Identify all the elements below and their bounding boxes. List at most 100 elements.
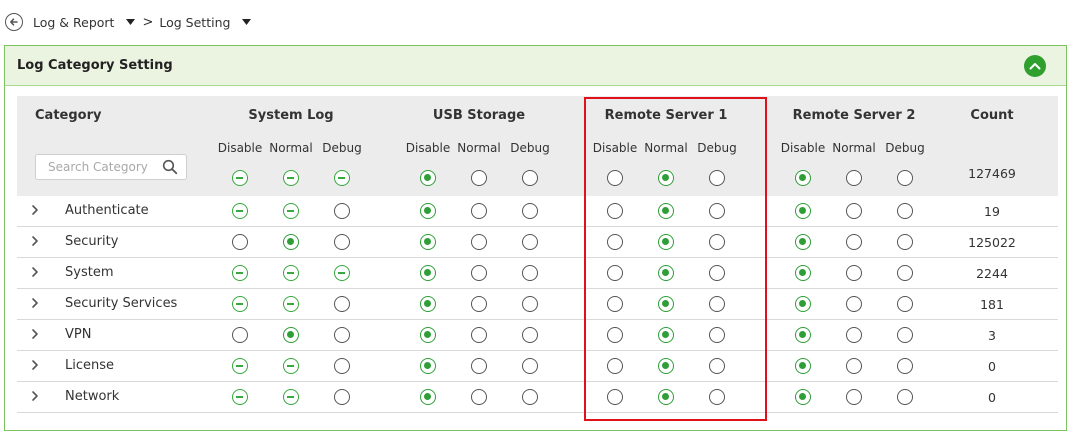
log-level-radio[interactable]: [522, 203, 538, 219]
chevron-right-icon[interactable]: [31, 204, 39, 216]
log-level-radio[interactable]: [897, 389, 913, 405]
log-level-radio[interactable]: [846, 358, 862, 374]
table-row: VPN 3: [17, 320, 1058, 351]
log-level-radio[interactable]: [334, 327, 350, 343]
log-level-radio[interactable]: [420, 203, 436, 219]
log-level-radio[interactable]: [232, 234, 248, 250]
log-level-radio[interactable]: [522, 296, 538, 312]
log-level-radio[interactable]: [471, 234, 487, 250]
log-level-radio[interactable]: [846, 327, 862, 343]
log-level-radio[interactable]: [522, 265, 538, 281]
caret-down-icon[interactable]: [242, 19, 252, 25]
log-level-radio[interactable]: [232, 358, 248, 374]
log-level-radio[interactable]: [283, 389, 299, 405]
back-arrow-icon[interactable]: [5, 13, 23, 31]
log-level-radio[interactable]: [795, 358, 811, 374]
log-level-radio[interactable]: [897, 296, 913, 312]
log-category-table: Category Count System Log Disable Normal De…: [17, 96, 1058, 413]
log-level-radio[interactable]: [334, 389, 350, 405]
all-category-level-radio[interactable]: [334, 170, 350, 186]
chevron-right-icon[interactable]: [31, 266, 39, 278]
count-header: Count: [970, 108, 1014, 123]
log-level-radio[interactable]: [897, 234, 913, 250]
log-level-radio[interactable]: [283, 234, 299, 250]
log-level-radio[interactable]: [471, 296, 487, 312]
log-level-radio[interactable]: [334, 265, 350, 281]
log-level-radio[interactable]: [897, 265, 913, 281]
log-level-radio[interactable]: [846, 389, 862, 405]
log-level-radio[interactable]: [795, 296, 811, 312]
log-level-radio[interactable]: [471, 327, 487, 343]
log-level-radio[interactable]: [471, 203, 487, 219]
log-level-radio[interactable]: [334, 203, 350, 219]
category-name: Security: [65, 234, 119, 249]
level-header: Debug: [322, 141, 362, 155]
log-level-radio[interactable]: [795, 327, 811, 343]
log-level-radio[interactable]: [795, 234, 811, 250]
log-level-radio[interactable]: [420, 389, 436, 405]
log-level-radio[interactable]: [283, 203, 299, 219]
group-header: System Log: [248, 108, 334, 123]
all-category-level-radio[interactable]: [283, 170, 299, 186]
log-level-radio[interactable]: [334, 296, 350, 312]
all-category-level-radio[interactable]: [471, 170, 487, 186]
log-level-radio[interactable]: [420, 265, 436, 281]
log-level-radio[interactable]: [232, 327, 248, 343]
search-icon[interactable]: [162, 159, 178, 175]
log-level-radio[interactable]: [846, 265, 862, 281]
all-category-level-radio[interactable]: [795, 170, 811, 186]
log-level-radio[interactable]: [232, 389, 248, 405]
all-category-level-radio[interactable]: [420, 170, 436, 186]
log-level-radio[interactable]: [471, 358, 487, 374]
caret-down-icon[interactable]: [126, 19, 136, 25]
log-level-radio[interactable]: [334, 234, 350, 250]
log-level-radio[interactable]: [522, 389, 538, 405]
all-category-level-radio[interactable]: [522, 170, 538, 186]
log-level-radio[interactable]: [420, 327, 436, 343]
table-row: Security 125022: [17, 227, 1058, 258]
log-level-radio[interactable]: [846, 203, 862, 219]
search-category-field[interactable]: [35, 154, 187, 180]
log-level-radio[interactable]: [795, 203, 811, 219]
breadcrumb-log-setting[interactable]: Log Setting: [159, 15, 230, 30]
log-level-radio[interactable]: [897, 327, 913, 343]
search-input[interactable]: [48, 160, 158, 174]
log-level-radio[interactable]: [232, 265, 248, 281]
all-category-level-radio[interactable]: [232, 170, 248, 186]
log-level-radio[interactable]: [846, 234, 862, 250]
log-level-radio[interactable]: [334, 358, 350, 374]
log-level-radio[interactable]: [283, 327, 299, 343]
level-header: Disable: [780, 141, 826, 155]
log-level-radio[interactable]: [795, 389, 811, 405]
level-header: Normal: [457, 141, 501, 155]
log-level-radio[interactable]: [471, 389, 487, 405]
log-level-radio[interactable]: [283, 296, 299, 312]
log-level-radio[interactable]: [232, 203, 248, 219]
all-category-level-radio[interactable]: [897, 170, 913, 186]
log-level-radio[interactable]: [420, 358, 436, 374]
log-level-radio[interactable]: [471, 265, 487, 281]
chevron-right-icon[interactable]: [31, 235, 39, 247]
log-level-radio[interactable]: [897, 358, 913, 374]
log-level-radio[interactable]: [232, 296, 248, 312]
chevron-right-icon[interactable]: [31, 297, 39, 309]
log-level-radio[interactable]: [522, 327, 538, 343]
collapse-chevron-up-icon[interactable]: [1024, 54, 1046, 77]
chevron-right-icon[interactable]: [31, 359, 39, 371]
breadcrumb-log-report[interactable]: Log & Report: [33, 15, 114, 30]
log-level-radio[interactable]: [522, 358, 538, 374]
log-level-radio[interactable]: [846, 296, 862, 312]
log-level-radio[interactable]: [283, 265, 299, 281]
level-header: Normal: [832, 141, 876, 155]
chevron-right-icon[interactable]: [31, 328, 39, 340]
log-level-radio[interactable]: [420, 296, 436, 312]
table-header: Category Count System Log Disable Normal De…: [17, 96, 1058, 196]
log-level-radio[interactable]: [283, 358, 299, 374]
log-level-radio[interactable]: [795, 265, 811, 281]
log-level-radio[interactable]: [420, 234, 436, 250]
all-category-level-radio[interactable]: [846, 170, 862, 186]
log-level-radio[interactable]: [897, 203, 913, 219]
log-level-radio[interactable]: [522, 234, 538, 250]
table-row: Network 0: [17, 382, 1058, 413]
chevron-right-icon[interactable]: [31, 390, 39, 402]
